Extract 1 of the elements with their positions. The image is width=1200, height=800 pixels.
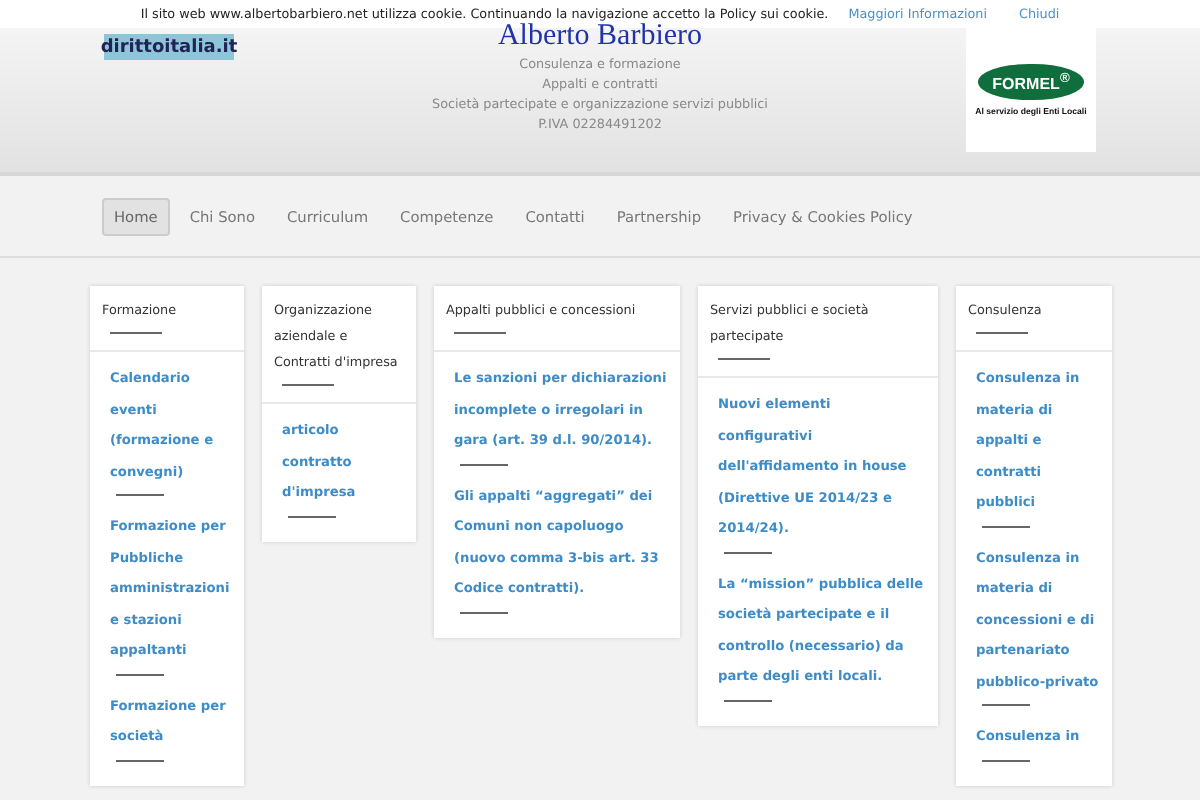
site-title[interactable]: Alberto Barbiero — [497, 20, 703, 54]
